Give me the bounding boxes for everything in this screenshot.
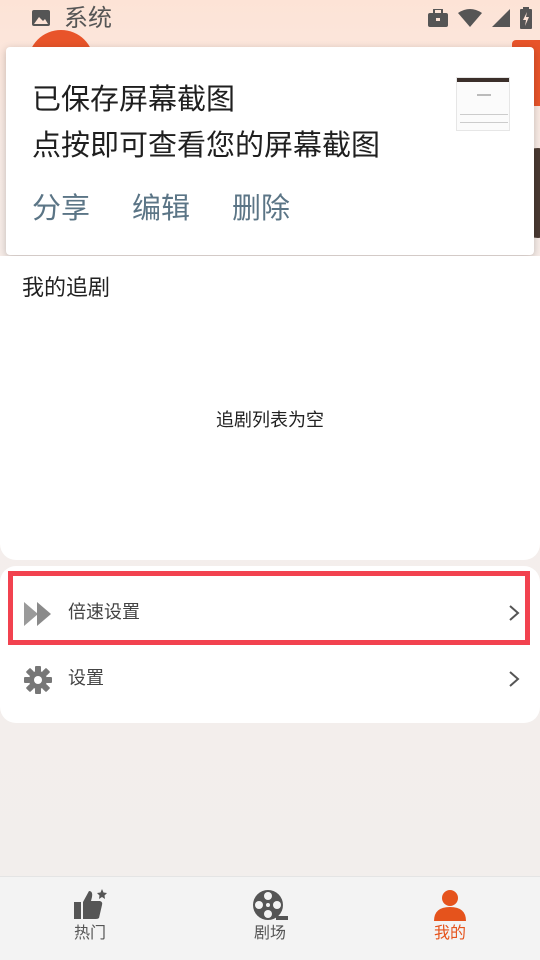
my-dramas-card: 我的追剧 追剧列表为空 xyxy=(0,256,540,560)
my-dramas-title: 我的追剧 xyxy=(22,276,111,301)
empty-list-message: 追剧列表为空 xyxy=(216,410,324,431)
playback-speed-label: 倍速设置 xyxy=(68,602,140,623)
nav-theater[interactable]: 剧场 xyxy=(210,889,330,959)
briefcase-icon xyxy=(428,9,448,27)
nav-mine[interactable]: 我的 xyxy=(390,889,510,959)
chevron-right-icon xyxy=(509,671,520,687)
playback-speed-setting[interactable]: 倍速设置 xyxy=(0,580,540,646)
share-button[interactable]: 分享 xyxy=(32,190,90,226)
notification-subtitle: 点按即可查看您的屏幕截图 xyxy=(32,128,381,162)
status-bar-title: 系统 xyxy=(64,4,112,32)
nav-mine-label: 我的 xyxy=(433,923,466,942)
delete-button[interactable]: 删除 xyxy=(232,190,290,226)
signal-icon xyxy=(492,9,510,27)
nav-hot-label: 热门 xyxy=(73,923,106,942)
notification-title: 已保存屏幕截图 xyxy=(32,82,236,116)
chevron-right-icon xyxy=(509,605,520,621)
film-reel-icon xyxy=(253,890,288,920)
battery-icon xyxy=(520,7,532,29)
settings-item[interactable]: 设置 xyxy=(0,646,540,712)
nav-hot[interactable]: 热门 xyxy=(30,889,150,959)
thumbs-up-icon xyxy=(74,889,107,919)
nav-theater-label: 剧场 xyxy=(253,923,286,942)
fast-forward-icon xyxy=(24,602,51,626)
wifi-icon xyxy=(458,9,482,27)
screenshot-thumbnail[interactable] xyxy=(456,77,510,131)
status-bar: 系统 xyxy=(0,0,540,38)
screenshot-notification[interactable]: 已保存屏幕截图 点按即可查看您的屏幕截图 分享 编辑 删除 xyxy=(6,47,534,255)
person-icon xyxy=(434,890,466,921)
settings-label: 设置 xyxy=(68,668,104,689)
bottom-navigation: 热门 剧场 我的 xyxy=(0,876,540,960)
edit-button[interactable]: 编辑 xyxy=(132,190,190,226)
settings-card: 倍速设置 设置 xyxy=(0,566,540,723)
gear-icon xyxy=(24,666,52,694)
image-icon xyxy=(32,10,50,26)
